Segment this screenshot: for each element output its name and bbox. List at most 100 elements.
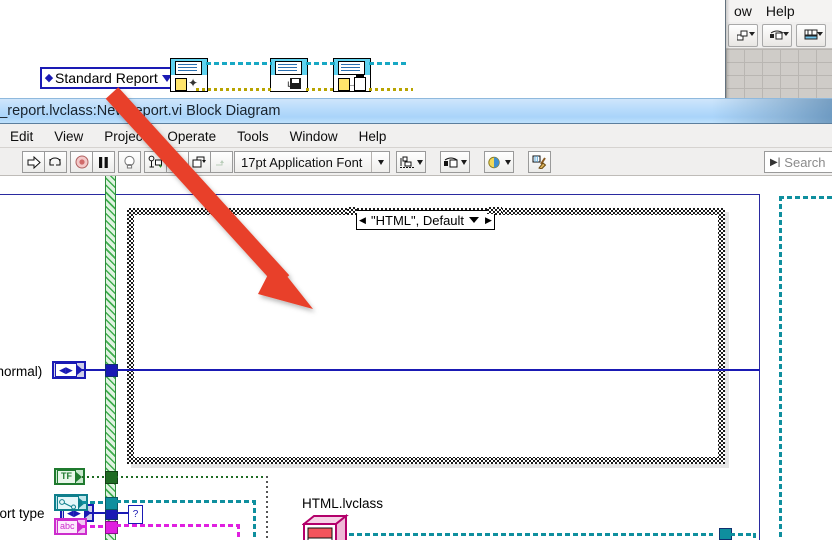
run-continuously-icon — [49, 156, 61, 165]
chevron-down-icon[interactable] — [461, 159, 467, 165]
background-window-menubar[interactable]: ow Help — [726, 0, 832, 22]
align-objects-button[interactable] — [396, 151, 426, 173]
menu-window[interactable]: Window — [290, 129, 338, 144]
menu-bar[interactable]: Edit View Project Operate Tools Window H… — [0, 124, 832, 148]
window-title-bar[interactable]: l_report.lvclass:New report.vi Block Dia… — [0, 98, 832, 124]
report-paper-icon — [275, 61, 302, 75]
chevron-down-icon[interactable] — [416, 159, 423, 165]
background-window-shadow — [725, 0, 730, 100]
wire-string-run — [116, 524, 238, 527]
background-window-canvas-grid — [726, 49, 832, 100]
case-selector-terminal[interactable]: ? — [128, 505, 143, 524]
chevron-down-icon — [783, 31, 789, 36]
menu-edit[interactable]: Edit — [10, 129, 33, 144]
string-abc-icon: abc — [57, 519, 78, 534]
case-selector-hatch-right — [487, 207, 502, 214]
background-window[interactable]: ow Help — [725, 0, 832, 100]
retain-wire-values-icon — [148, 155, 162, 168]
abort-execution-button[interactable] — [70, 151, 93, 173]
distribute-objects-icon — [444, 157, 458, 167]
reorder-button[interactable] — [484, 151, 514, 173]
align-objects-icon — [399, 156, 414, 168]
title-bar-highlight — [712, 99, 832, 123]
new-report-vi-node[interactable]: ✦ — [170, 58, 208, 92]
reorder-icon — [487, 156, 500, 168]
step-into-button[interactable] — [166, 151, 189, 173]
wire-right-vertical — [779, 196, 782, 540]
wire-report-refnum-1 — [206, 62, 272, 65]
cleanup-diagram-button[interactable] — [528, 151, 551, 173]
tunnel-refnum[interactable] — [105, 497, 118, 510]
wire-refnum-run — [116, 500, 256, 503]
block-diagram-canvas[interactable]: ◀ "HTML", Default ▶ (normal) ◀▶ port typ… — [0, 176, 832, 540]
menu-help[interactable]: Help — [359, 129, 387, 144]
boolean-tf-icon: TF — [57, 469, 76, 484]
diagram-border-right — [759, 194, 760, 540]
menu-tools[interactable]: Tools — [237, 129, 269, 144]
bg-menu-window[interactable]: ow — [734, 3, 752, 19]
search-icon: ▶| — [770, 156, 781, 168]
retain-wire-values-button[interactable] — [144, 151, 167, 173]
abort-stop-icon — [75, 155, 88, 169]
case-structure[interactable] — [127, 208, 725, 464]
bg-cleanup-button[interactable] — [796, 23, 826, 47]
structure-left-wall — [105, 176, 116, 540]
distribute-objects-button[interactable] — [440, 151, 470, 173]
search-placeholder: Search — [784, 154, 826, 170]
chevron-down-icon[interactable] — [504, 159, 511, 165]
wire-class-to-tunnel — [349, 533, 713, 536]
broom-icon — [532, 155, 546, 169]
menu-view[interactable]: View — [54, 129, 83, 144]
chevron-down-icon[interactable] — [378, 160, 384, 165]
step-out-icon — [216, 159, 224, 165]
step-out-button[interactable] — [210, 151, 233, 173]
standard-report-enum-constant[interactable]: ◆ Standard Report — [40, 67, 178, 89]
run-button[interactable] — [22, 151, 45, 173]
menu-operate[interactable]: Operate — [167, 129, 216, 144]
wire-right-top — [779, 196, 832, 199]
html-lvclass-constant[interactable] — [301, 513, 349, 540]
wire-alerts-down — [266, 476, 268, 540]
floppy-disk-icon — [290, 78, 301, 89]
menu-project[interactable]: Project — [104, 129, 146, 144]
path-glyph-icon — [59, 498, 76, 509]
wire-error-3 — [369, 88, 413, 91]
case-selector-hatch-left — [347, 207, 357, 214]
enum-glyph-icon: ◀▶ — [55, 363, 77, 377]
tunnel-string[interactable] — [105, 521, 118, 534]
pause-icon — [99, 156, 108, 168]
wire-refnum-down — [253, 500, 256, 540]
bg-distribute-button[interactable] — [762, 23, 792, 47]
previous-case-icon[interactable]: ◀ — [357, 211, 368, 229]
run-continuously-button[interactable] — [44, 151, 67, 173]
trash-icon — [354, 75, 366, 91]
wire-report-refnum-2 — [306, 62, 335, 65]
reorder-icon — [736, 30, 747, 40]
background-window-toolbar[interactable] — [726, 22, 832, 49]
window-title-text: l_report.lvclass:New report.vi Block Dia… — [0, 103, 281, 119]
report-paper-icon — [338, 61, 365, 75]
highlight-execution-button[interactable] — [118, 151, 141, 173]
pause-button[interactable] — [92, 151, 115, 173]
wire-string-down — [237, 524, 240, 540]
screenshot-root: ow Help ◆ Standard Report ✦ → l_report.l… — [0, 0, 832, 540]
font-selector[interactable]: 17pt Application Font — [234, 151, 390, 173]
refnum-path-icon — [57, 495, 79, 510]
terminal-alerts[interactable]: TF — [54, 468, 85, 485]
chevron-down-icon — [749, 31, 755, 36]
chevron-down-icon — [817, 31, 823, 36]
search-box[interactable]: ▶| Search — [764, 151, 832, 173]
bg-reorder-button[interactable] — [728, 23, 758, 47]
step-over-button[interactable] — [188, 151, 211, 173]
wire-alerts-run — [116, 476, 268, 478]
case-selector[interactable]: ◀ "HTML", Default ▶ — [356, 210, 495, 230]
bg-menu-help[interactable]: Help — [766, 3, 795, 19]
wire-normal-run — [116, 369, 760, 371]
dispose-report-vi-node[interactable]: → — [333, 58, 371, 92]
step-over-icon — [192, 156, 206, 167]
toolbar[interactable]: 17pt Application Font ▶| Search — [0, 148, 832, 176]
chevron-down-icon[interactable] — [469, 217, 479, 223]
lvclass-cube-icon — [301, 513, 349, 540]
enum-updown-icon[interactable]: ◆ — [44, 70, 54, 86]
save-report-vi-node[interactable]: ↳ — [270, 58, 308, 92]
